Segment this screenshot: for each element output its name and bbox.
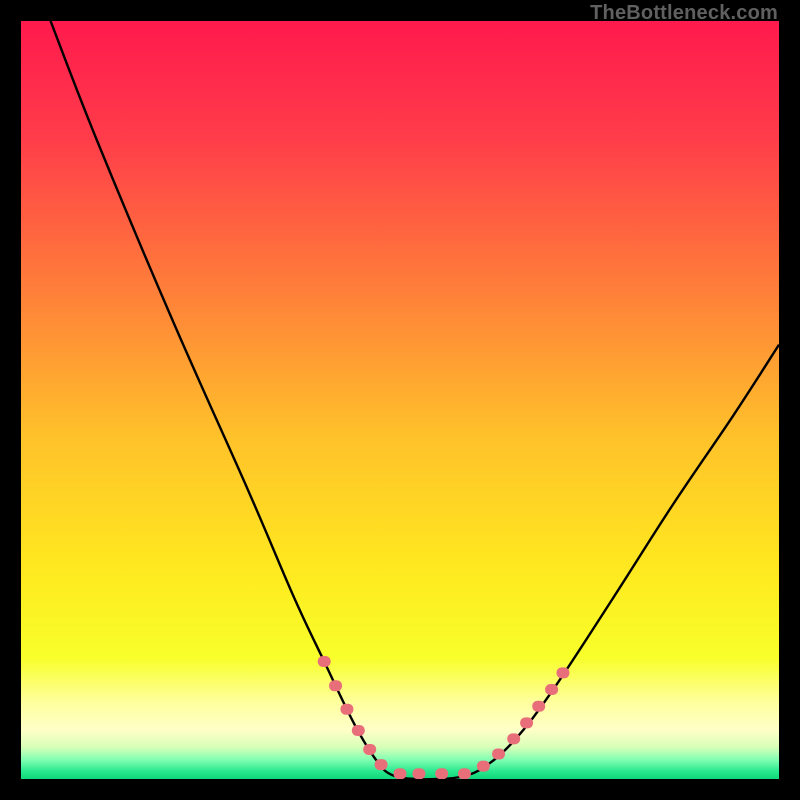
gradient-background bbox=[21, 21, 779, 779]
chart-area bbox=[21, 21, 779, 779]
watermark-text: TheBottleneck.com bbox=[590, 2, 778, 25]
